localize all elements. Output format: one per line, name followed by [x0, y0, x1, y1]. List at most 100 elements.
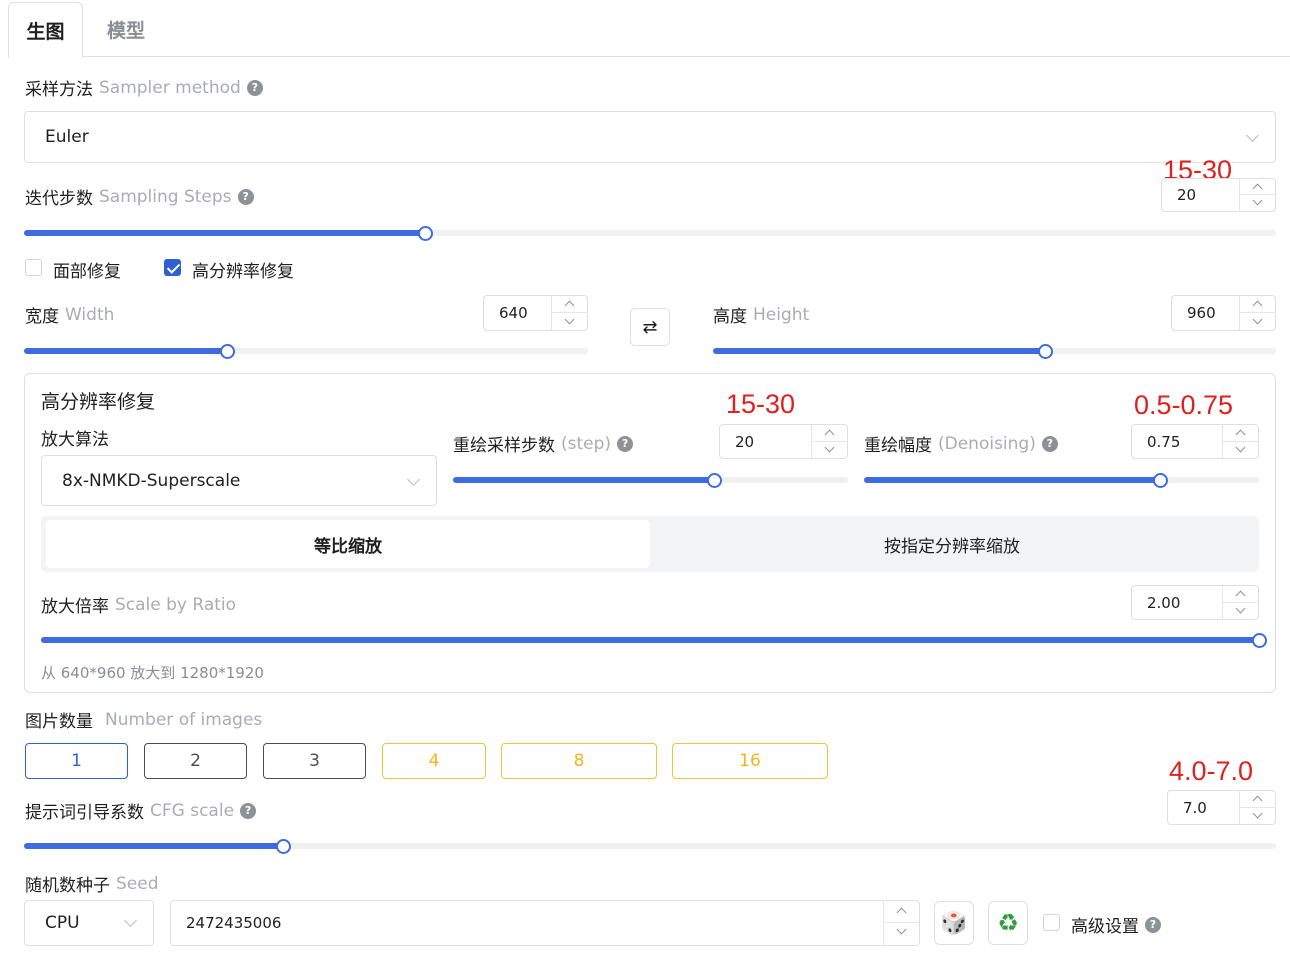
seed-device-value: CPU: [45, 913, 80, 933]
help-icon[interactable]: ?: [1145, 916, 1161, 933]
hires-fix-label[interactable]: 高分辨率修复: [192, 257, 294, 282]
decrement-icon[interactable]: [1240, 195, 1275, 211]
increment-icon[interactable]: [812, 425, 847, 442]
hires-steps-input[interactable]: 20: [719, 424, 848, 459]
scale-mode-resolution[interactable]: 按指定分辨率缩放: [650, 520, 1254, 568]
decrement-icon[interactable]: [1223, 603, 1258, 620]
help-icon[interactable]: ?: [246, 79, 263, 96]
scale-value: 2.00: [1147, 593, 1181, 612]
tab-model[interactable]: 模型: [86, 2, 166, 57]
increment-icon[interactable]: [1223, 586, 1258, 603]
increment-icon[interactable]: [1223, 425, 1258, 442]
scale-slider-handle[interactable]: [1252, 633, 1267, 648]
advanced-settings-text[interactable]: 高级设置: [1071, 912, 1139, 937]
face-fix-label[interactable]: 面部修复: [53, 257, 121, 282]
dice-icon: 🎲: [940, 910, 968, 936]
cfg-label-cn: 提示词引导系数: [25, 803, 144, 823]
height-slider-handle[interactable]: [1038, 344, 1054, 359]
hires-steps-annotation: 15-30: [726, 389, 796, 419]
denoise-value: 0.75: [1147, 432, 1181, 451]
steps-label-cn: 迭代步数: [25, 189, 93, 209]
decrement-icon[interactable]: [1223, 442, 1258, 459]
sampler-label: 采样方法 Sampler method ?: [25, 75, 263, 100]
width-input[interactable]: 640: [483, 295, 588, 331]
hires-steps-slider-handle[interactable]: [706, 473, 722, 488]
width-slider[interactable]: [24, 341, 588, 361]
width-slider-handle[interactable]: [220, 344, 236, 359]
scale-input[interactable]: 2.00: [1131, 585, 1259, 620]
tab-generate[interactable]: 生图: [8, 2, 83, 58]
hires-steps-slider[interactable]: [453, 470, 848, 490]
increment-icon[interactable]: [1240, 296, 1275, 313]
height-value: 960: [1187, 304, 1216, 322]
increment-icon[interactable]: [1240, 791, 1275, 808]
cfg-value: 7.0: [1183, 798, 1207, 817]
scale-slider[interactable]: [41, 630, 1267, 650]
seed-input[interactable]: 2472435006: [170, 900, 920, 946]
seed-device-select[interactable]: CPU: [24, 900, 154, 946]
help-icon[interactable]: ?: [240, 802, 257, 819]
seed-stepper[interactable]: [883, 901, 919, 945]
hires-steps-stepper[interactable]: [811, 425, 847, 458]
images-option-2[interactable]: 2: [144, 743, 247, 779]
denoise-annotation: 0.5-0.75: [1134, 390, 1234, 420]
cfg-slider-handle[interactable]: [276, 839, 292, 854]
images-option-8[interactable]: 8: [501, 743, 657, 779]
cfg-stepper[interactable]: [1239, 791, 1275, 824]
upscaler-select[interactable]: 8x-NMKD-Superscale: [41, 455, 437, 506]
denoise-slider[interactable]: [864, 470, 1259, 490]
face-fix-checkbox[interactable]: [25, 259, 42, 276]
denoise-label: 重绘幅度 (Denoising) ?: [864, 431, 1058, 456]
height-input[interactable]: 960: [1171, 295, 1276, 331]
hires-fix-checkbox[interactable]: [164, 259, 181, 276]
cfg-input[interactable]: 7.0: [1167, 790, 1276, 825]
denoise-stepper[interactable]: [1222, 425, 1258, 458]
steps-label: 迭代步数 Sampling Steps ?: [25, 184, 254, 209]
denoise-input[interactable]: 0.75: [1131, 424, 1259, 459]
scale-mode-ratio[interactable]: 等比缩放: [46, 520, 650, 568]
scale-label-en: Scale by Ratio: [115, 594, 237, 615]
increment-icon[interactable]: [1240, 179, 1275, 195]
help-icon[interactable]: ?: [1041, 435, 1058, 452]
scale-label-cn: 放大倍率: [41, 597, 109, 617]
tab-bar: 生图 模型: [8, 2, 1290, 58]
decrement-icon[interactable]: [1240, 313, 1275, 330]
cfg-slider[interactable]: [24, 836, 1276, 856]
height-slider[interactable]: [713, 341, 1276, 361]
denoise-slider-handle[interactable]: [1153, 473, 1169, 488]
sampler-select[interactable]: Euler: [24, 111, 1276, 163]
steps-stepper[interactable]: [1239, 179, 1275, 211]
decrement-icon[interactable]: [812, 442, 847, 459]
sampler-value: Euler: [45, 127, 89, 147]
denoise-label-cn: 重绘幅度: [864, 436, 932, 456]
images-option-4[interactable]: 4: [382, 743, 486, 779]
hires-panel-title: 高分辨率修复: [41, 391, 156, 413]
images-option-16[interactable]: 16: [672, 743, 828, 779]
help-icon[interactable]: ?: [237, 188, 254, 205]
scale-slider-track: [41, 637, 1259, 643]
increment-icon[interactable]: [884, 901, 919, 923]
height-stepper[interactable]: [1239, 296, 1275, 330]
steps-slider[interactable]: [24, 223, 1276, 243]
increment-icon[interactable]: [552, 296, 587, 313]
images-option-1[interactable]: 1: [25, 743, 128, 779]
random-seed-button[interactable]: 🎲: [934, 901, 974, 945]
decrement-icon[interactable]: [552, 313, 587, 330]
recycle-icon: ♻: [997, 909, 1019, 937]
advanced-settings-checkbox[interactable]: [1043, 914, 1060, 931]
scale-stepper[interactable]: [1222, 586, 1258, 619]
help-icon[interactable]: ?: [617, 435, 634, 452]
reuse-seed-button[interactable]: ♻: [988, 901, 1028, 945]
steps-input[interactable]: 20: [1161, 178, 1276, 212]
swap-icon: ⇄: [642, 316, 658, 338]
seed-label-en: Seed: [116, 873, 159, 894]
swap-dimensions-button[interactable]: ⇄: [630, 308, 670, 346]
images-option-3[interactable]: 3: [263, 743, 366, 779]
steps-value: 20: [1177, 186, 1197, 204]
images-label-cn: 图片数量: [25, 712, 93, 732]
decrement-icon[interactable]: [884, 923, 919, 945]
decrement-icon[interactable]: [1240, 808, 1275, 825]
width-stepper[interactable]: [551, 296, 587, 330]
steps-slider-handle[interactable]: [417, 226, 433, 241]
hires-steps-slider-track: [453, 477, 714, 483]
